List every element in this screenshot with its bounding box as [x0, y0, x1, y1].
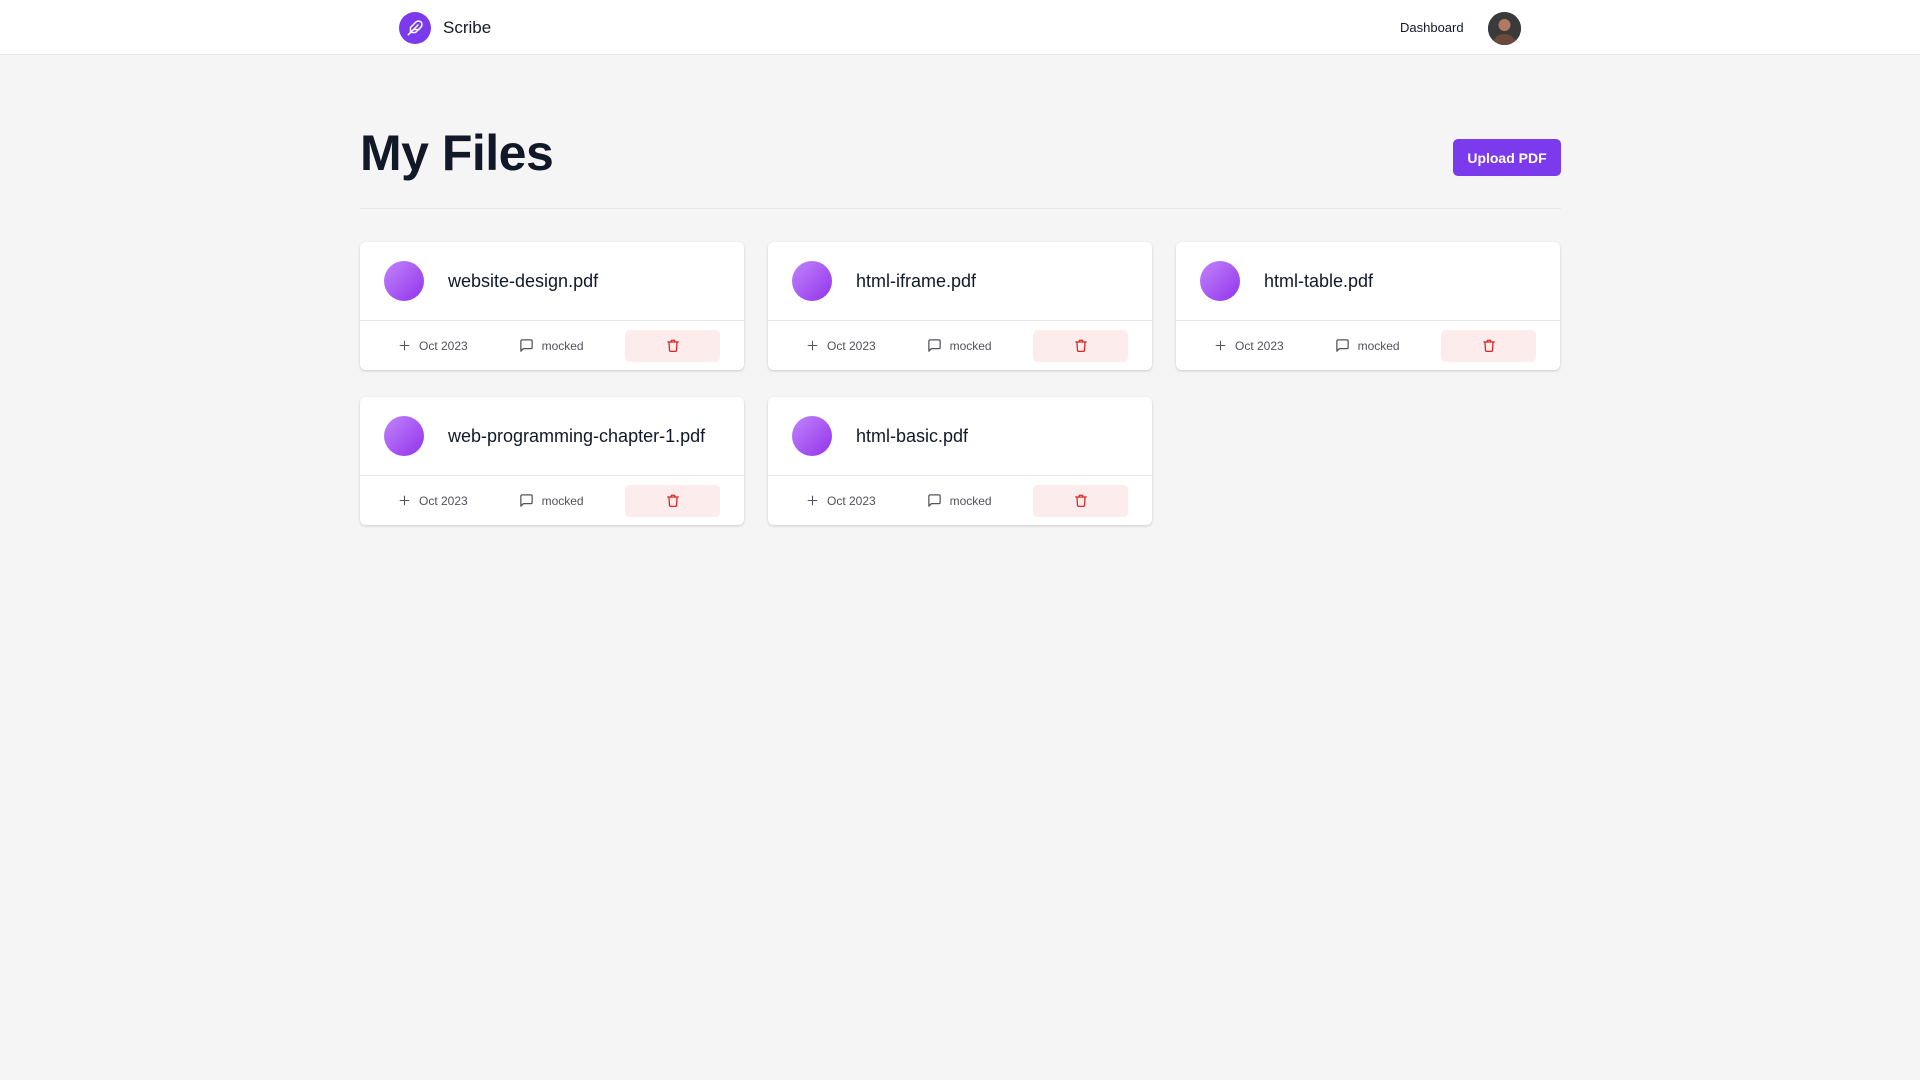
upload-pdf-button[interactable]: Upload PDF — [1453, 139, 1561, 176]
file-messages-text: mocked — [949, 493, 992, 508]
file-meta-row: Oct 2023 mocked — [768, 476, 1152, 525]
file-date: Oct 2023 — [792, 339, 913, 353]
delete-file-button[interactable] — [1033, 329, 1128, 362]
file-avatar — [384, 261, 424, 301]
file-meta-row: Oct 2023 mocked — [768, 321, 1152, 370]
trash-icon — [1074, 494, 1087, 507]
file-card: html-iframe.pdf Oct 2023 mocked — [768, 242, 1152, 370]
file-avatar — [1200, 261, 1240, 301]
file-messages: mocked — [913, 493, 1034, 508]
file-card: web-programming-chapter-1.pdf Oct 2023 m… — [360, 397, 744, 525]
message-square-icon — [927, 339, 941, 352]
header-divider — [360, 208, 1561, 209]
file-messages: mocked — [505, 493, 626, 508]
file-messages: mocked — [913, 338, 1034, 353]
file-date-text: Oct 2023 — [827, 493, 876, 508]
file-name: html-basic.pdf — [856, 425, 969, 446]
file-open-link[interactable]: web-programming-chapter-1.pdf — [360, 397, 744, 476]
dashboard-link[interactable]: Dashboard — [1400, 20, 1464, 35]
file-card: html-basic.pdf Oct 2023 mocked — [768, 397, 1152, 525]
message-square-icon — [927, 494, 941, 507]
plus-icon — [399, 495, 410, 506]
plus-icon — [807, 495, 818, 506]
plus-icon — [399, 340, 410, 351]
delete-file-button[interactable] — [625, 329, 720, 362]
file-messages-text: mocked — [1357, 338, 1400, 353]
file-name: html-table.pdf — [1264, 270, 1374, 291]
page-title: My Files — [360, 125, 554, 181]
file-meta-row: Oct 2023 mocked — [1176, 321, 1560, 370]
file-meta-row: Oct 2023 mocked — [360, 476, 744, 525]
delete-file-button[interactable] — [1441, 329, 1536, 362]
file-messages-text: mocked — [541, 493, 584, 508]
file-messages-text: mocked — [949, 338, 992, 353]
file-date: Oct 2023 — [384, 494, 505, 508]
file-messages-text: mocked — [541, 338, 584, 353]
file-name: website-design.pdf — [448, 270, 599, 291]
file-name: web-programming-chapter-1.pdf — [448, 425, 706, 446]
file-date: Oct 2023 — [792, 494, 913, 508]
message-square-icon — [519, 494, 533, 507]
file-card: html-table.pdf Oct 2023 mocked — [1176, 242, 1560, 370]
file-avatar — [792, 261, 832, 301]
brand-link[interactable]: Scribe — [399, 12, 491, 44]
user-avatar[interactable] — [1488, 12, 1521, 45]
file-open-link[interactable]: website-design.pdf — [360, 242, 744, 321]
file-open-link[interactable]: html-iframe.pdf — [768, 242, 1152, 321]
file-avatar — [384, 416, 424, 456]
trash-icon — [1074, 339, 1087, 352]
trash-icon — [666, 494, 679, 507]
delete-file-button[interactable] — [625, 484, 720, 517]
quill-icon — [399, 12, 431, 44]
file-open-link[interactable]: html-table.pdf — [1176, 242, 1560, 321]
file-open-link[interactable]: html-basic.pdf — [768, 397, 1152, 476]
file-avatar — [792, 416, 832, 456]
file-date: Oct 2023 — [384, 339, 505, 353]
file-messages: mocked — [505, 338, 626, 353]
file-date-text: Oct 2023 — [419, 338, 468, 353]
trash-icon — [666, 339, 679, 352]
file-meta-row: Oct 2023 mocked — [360, 321, 744, 370]
file-date-text: Oct 2023 — [827, 338, 876, 353]
plus-icon — [1215, 340, 1226, 351]
delete-file-button[interactable] — [1033, 484, 1128, 517]
file-date: Oct 2023 — [1200, 339, 1321, 353]
message-square-icon — [1335, 339, 1349, 352]
trash-icon — [1482, 339, 1495, 352]
file-date-text: Oct 2023 — [1235, 338, 1284, 353]
file-messages: mocked — [1321, 338, 1442, 353]
top-navbar: Scribe Dashboard — [0, 0, 1920, 55]
plus-icon — [807, 340, 818, 351]
file-card: website-design.pdf Oct 2023 mocked — [360, 242, 744, 370]
file-date-text: Oct 2023 — [419, 493, 468, 508]
app-name: Scribe — [443, 18, 492, 37]
message-square-icon — [519, 339, 533, 352]
file-name: html-iframe.pdf — [856, 270, 977, 291]
